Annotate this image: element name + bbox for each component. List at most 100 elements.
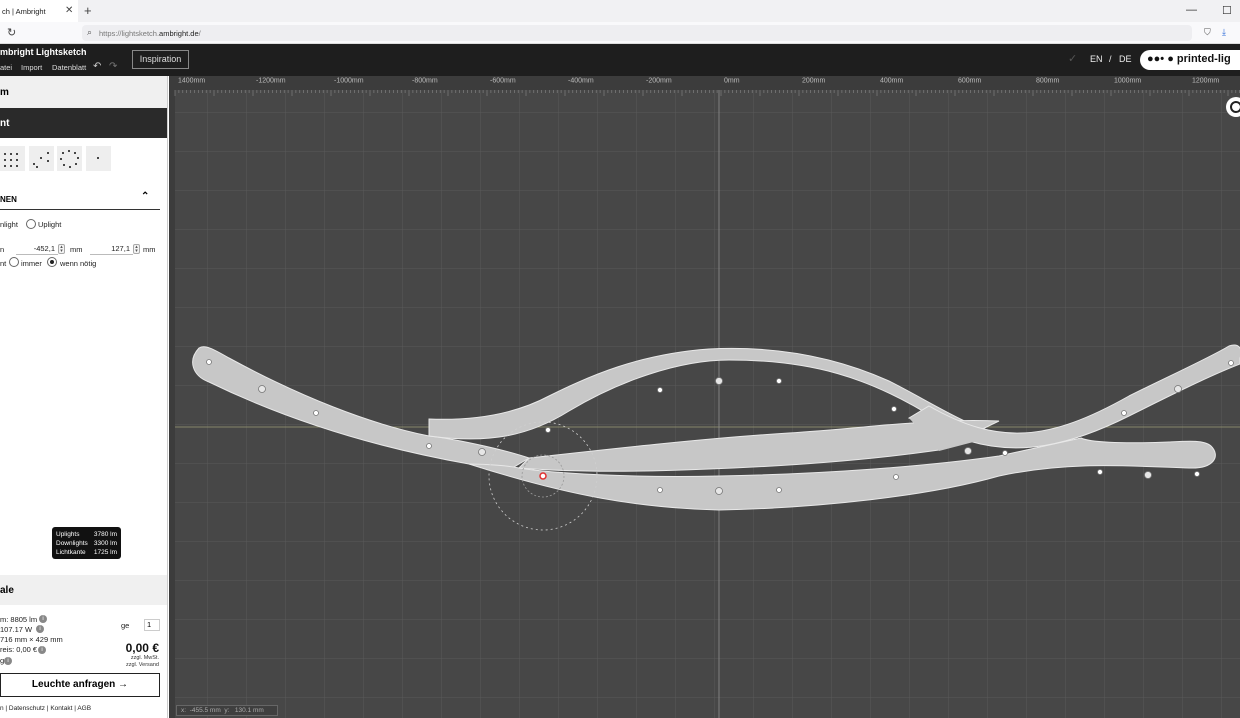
shield-icon[interactable]: ⛉ bbox=[1204, 27, 1211, 38]
ruler-label: -1200mm bbox=[256, 78, 286, 85]
lang-de-button[interactable]: DE bbox=[1119, 54, 1132, 64]
url-text: https://lightsketch.ambright.de/ bbox=[99, 29, 201, 38]
led-point[interactable] bbox=[206, 359, 212, 365]
preis-info-icon[interactable]: i bbox=[38, 646, 46, 654]
download-icon[interactable]: ⤓ bbox=[1222, 27, 1226, 38]
design-canvas[interactable]: 1400mm -1200mm -1000mm -800mm -600mm -400mm -2… bbox=[169, 76, 1240, 718]
uplight-radio[interactable] bbox=[26, 219, 36, 229]
ruler-label: 400mm bbox=[880, 78, 904, 85]
brand-logo[interactable]: ●●• ● printed-lig bbox=[1140, 50, 1240, 70]
canvas-svg[interactable]: 1400mm -1200mm -1000mm -800mm -600mm -400mm -2… bbox=[169, 76, 1240, 718]
minimize-icon[interactable]: — bbox=[1186, 4, 1197, 16]
led-point[interactable] bbox=[715, 377, 723, 385]
led-point[interactable] bbox=[313, 410, 319, 416]
led-point[interactable] bbox=[1194, 471, 1200, 477]
immer-radio[interactable] bbox=[9, 257, 19, 267]
led-point[interactable] bbox=[715, 487, 723, 495]
preis-stat: reis: 0,00 € bbox=[0, 645, 38, 654]
section-header-4[interactable]: ale bbox=[0, 575, 167, 605]
ruler-label: 1200mm bbox=[1192, 78, 1219, 85]
lumen-info-icon[interactable]: i bbox=[39, 615, 47, 623]
led-point[interactable] bbox=[1144, 471, 1152, 479]
led-point[interactable] bbox=[1002, 450, 1008, 456]
led-point[interactable] bbox=[776, 378, 782, 384]
led-point[interactable] bbox=[545, 427, 551, 433]
y-position-input[interactable]: 127,1 bbox=[90, 244, 133, 255]
x-position-input[interactable]: -452,1 bbox=[16, 244, 58, 255]
option-label: nt bbox=[0, 259, 7, 268]
reload-icon[interactable]: ↻ bbox=[7, 26, 16, 39]
tooltip-row-downlights: Downlights 3300 lm bbox=[56, 540, 117, 547]
url-bar[interactable]: ⌕ https://lightsketch.ambright.de/ bbox=[82, 25, 1192, 41]
watt-info-icon[interactable]: i bbox=[36, 625, 44, 633]
pattern-scatter-button[interactable] bbox=[29, 146, 54, 171]
misc-info-icon[interactable]: i bbox=[4, 657, 12, 665]
top-ruler bbox=[169, 76, 1240, 90]
lumen-tooltip: Uplights 3780 lm Downlights 3300 lm Lichtk… bbox=[52, 527, 121, 559]
browser-tab[interactable]: ch | Ambright ✕ bbox=[0, 0, 78, 22]
section-header-3[interactable]: NEN ⌃ bbox=[0, 188, 160, 210]
x-unit: mm bbox=[70, 245, 83, 254]
tooltip-row-uplights: Uplights 3780 lm bbox=[56, 531, 117, 538]
x-stepper[interactable]: ▴ ▾ bbox=[58, 244, 65, 254]
pattern-grid-button[interactable] bbox=[0, 146, 25, 171]
new-tab-button[interactable]: + bbox=[84, 3, 92, 18]
led-point[interactable] bbox=[1174, 385, 1182, 393]
menu-import[interactable]: Import bbox=[21, 63, 42, 72]
ruler-label: 1000mm bbox=[1114, 78, 1141, 85]
menu-datenblatt[interactable]: Datenblatt bbox=[52, 63, 86, 72]
led-point[interactable] bbox=[776, 487, 782, 493]
quantity-input[interactable]: 1 bbox=[144, 619, 160, 631]
led-point[interactable] bbox=[1097, 469, 1103, 475]
led-point[interactable] bbox=[657, 387, 663, 393]
ruler-label: 800mm bbox=[1036, 78, 1060, 85]
left-ruler bbox=[169, 90, 175, 718]
app-header: mbright Lightsketch atei Import Datenbla… bbox=[0, 44, 1240, 76]
led-point[interactable] bbox=[891, 406, 897, 412]
inspiration-button[interactable]: Inspiration bbox=[132, 50, 189, 69]
led-point[interactable] bbox=[426, 443, 432, 449]
section-header-1[interactable]: m bbox=[0, 76, 167, 108]
ruler-label: -600mm bbox=[490, 78, 516, 85]
led-point[interactable] bbox=[893, 474, 899, 480]
redo-icon[interactable]: ↷ bbox=[109, 61, 117, 72]
lang-separator: / bbox=[1109, 54, 1112, 64]
browser-tab-bar: ch | Ambright ✕ + — ☐ bbox=[0, 0, 1240, 22]
led-point[interactable] bbox=[657, 487, 663, 493]
grid bbox=[169, 90, 1240, 718]
led-point[interactable] bbox=[964, 447, 972, 455]
immer-label: immer bbox=[21, 259, 42, 268]
undo-icon[interactable]: ↶ bbox=[93, 61, 101, 72]
price-note-vat: zzgl. MwSt. bbox=[130, 655, 159, 661]
tab-title: ch | Ambright bbox=[2, 7, 46, 16]
pattern-single-button[interactable] bbox=[86, 146, 111, 171]
footer-links[interactable]: n | Datenschutz | Kontakt | AGB bbox=[0, 705, 91, 712]
section-header-2[interactable]: nt bbox=[0, 108, 167, 138]
maximize-icon[interactable]: ☐ bbox=[1222, 4, 1232, 17]
led-point[interactable] bbox=[478, 448, 486, 456]
search-icon: ⌕ bbox=[87, 27, 93, 37]
ruler-label: 200mm bbox=[802, 78, 826, 85]
watt-stat: 107.17 W bbox=[0, 625, 33, 634]
ruler-label: -200mm bbox=[646, 78, 672, 85]
sidebar: m nt NEN ⌃ nlight Uplight n -452,1 ▴ ▾ mm… bbox=[0, 76, 168, 718]
view-toggle-eye-icon[interactable] bbox=[1226, 97, 1240, 117]
close-tab-icon[interactable]: ✕ bbox=[65, 5, 73, 16]
uplight-label: Uplight bbox=[38, 220, 62, 229]
wenn-noetig-radio[interactable] bbox=[47, 257, 57, 267]
pattern-ring-button[interactable] bbox=[57, 146, 82, 171]
led-point[interactable] bbox=[1228, 360, 1234, 366]
price-total: 0,00 € bbox=[125, 641, 159, 655]
chevron-up-icon[interactable]: ⌃ bbox=[141, 191, 149, 202]
led-point[interactable] bbox=[1121, 410, 1127, 416]
selected-led[interactable] bbox=[539, 472, 547, 480]
downlight-label: nlight bbox=[0, 220, 18, 229]
y-stepper[interactable]: ▴ ▾ bbox=[133, 244, 140, 254]
menu-datei[interactable]: atei bbox=[0, 63, 12, 72]
led-point[interactable] bbox=[258, 385, 266, 393]
lumen-stat: m: 8805 lm bbox=[0, 615, 38, 624]
size-stat: 716 mm × 429 mm bbox=[0, 635, 63, 644]
lang-en-button[interactable]: EN bbox=[1090, 54, 1103, 64]
request-light-button[interactable]: Leuchte anfragen → bbox=[0, 673, 160, 697]
ruler-label: -1000mm bbox=[334, 78, 364, 85]
